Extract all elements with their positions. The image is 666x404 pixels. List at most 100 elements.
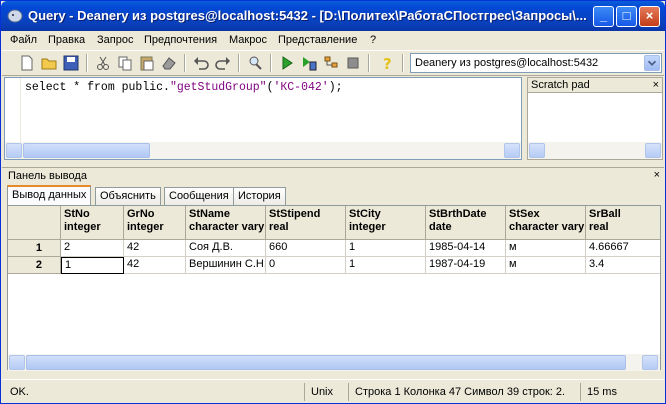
editor-horizontal-scrollbar[interactable] (5, 142, 521, 159)
eraser-icon[interactable] (160, 54, 178, 72)
chevron-down-icon[interactable] (644, 55, 660, 71)
scroll-left-icon[interactable] (6, 143, 22, 158)
menu-view[interactable]: Представление (278, 34, 357, 46)
execute-to-file-icon[interactable] (300, 54, 318, 72)
sql-text[interactable]: select * from public."getStudGroup"('КС-… (25, 81, 343, 94)
column-header[interactable]: StCity integer (346, 206, 426, 240)
scroll-left-icon[interactable] (9, 355, 25, 370)
toolbar-separator (184, 54, 186, 72)
explain-icon[interactable] (322, 54, 340, 72)
help-icon[interactable]: ? (378, 54, 396, 72)
scratch-horizontal-scrollbar[interactable] (528, 142, 662, 159)
output-panel-header: Панель вывода × (2, 167, 664, 183)
grid-corner[interactable] (8, 206, 61, 240)
minimize-button[interactable]: _ (593, 6, 614, 27)
new-file-icon[interactable] (18, 54, 36, 72)
output-panel-close-icon[interactable]: × (654, 169, 660, 181)
column-name: StCity (349, 208, 381, 220)
table-cell[interactable]: м (506, 257, 586, 274)
save-icon[interactable] (62, 54, 80, 72)
window-title: Query - Deanery из postgres@localhost:54… (28, 8, 587, 23)
status-position: Строка 1 Колонка 47 Символ 39 строк: 2. (348, 383, 578, 401)
tab-data-output[interactable]: Вывод данных (7, 185, 92, 205)
column-name: SrBall (589, 208, 621, 220)
scroll-left-icon[interactable] (529, 143, 545, 158)
tab-messages[interactable]: Сообщения (164, 187, 234, 205)
scroll-thumb[interactable] (23, 143, 150, 158)
table-cell[interactable]: Соя Д.В. (186, 240, 266, 257)
menu-preferences[interactable]: Предпочтения (144, 34, 217, 46)
table-cell[interactable]: 660 (266, 240, 346, 257)
scroll-thumb[interactable] (26, 355, 626, 370)
column-name: StBrthDate (429, 208, 487, 220)
column-type: character varying (189, 221, 265, 233)
status-bar: OK. Unix Строка 1 Колонка 47 Символ 39 с… (2, 379, 664, 403)
table-cell[interactable]: м (506, 240, 586, 257)
title-bar[interactable]: Query - Deanery из postgres@localhost:54… (1, 1, 665, 31)
menu-edit[interactable]: Правка (48, 34, 85, 46)
scroll-right-icon[interactable] (504, 143, 520, 158)
table-cell[interactable]: 1 (346, 240, 426, 257)
elephant-app-icon (7, 9, 23, 23)
data-output-grid[interactable]: StNo integer GrNo integer StName character va… (7, 205, 661, 370)
column-header[interactable]: GrNo integer (124, 206, 186, 240)
column-header[interactable]: StNo integer (61, 206, 124, 240)
table-cell[interactable]: 0 (266, 257, 346, 274)
column-type: integer (127, 221, 164, 233)
table-cell[interactable]: 42 (124, 257, 186, 274)
scratch-pad[interactable]: Scratch pad × (527, 77, 663, 160)
connection-value: Deanery из postgres@localhost:5432 (415, 57, 599, 69)
table-cell[interactable]: 2 (61, 240, 124, 257)
column-type: character varying (509, 221, 585, 233)
table-cell[interactable]: 1 (346, 257, 426, 274)
table-cell[interactable]: Вершинин С.Н. (186, 257, 266, 274)
status-state: OK. (10, 386, 29, 398)
table-cell[interactable]: 1987-04-19 (426, 257, 506, 274)
paste-icon[interactable] (138, 54, 156, 72)
row-number[interactable]: 1 (8, 240, 61, 257)
tab-explain[interactable]: Объяснить (95, 187, 161, 205)
column-header[interactable]: StBrthDate date (426, 206, 506, 240)
column-header[interactable]: StNamecharacter varying (186, 206, 266, 240)
grid-horizontal-scrollbar[interactable] (8, 354, 660, 371)
close-button[interactable]: × (639, 6, 660, 27)
redo-icon[interactable] (214, 54, 232, 72)
scroll-right-icon[interactable] (645, 143, 661, 158)
sql-editor[interactable]: select * from public."getStudGroup"('КС-… (4, 77, 522, 160)
undo-icon[interactable] (192, 54, 210, 72)
open-folder-icon[interactable] (40, 54, 58, 72)
column-name: StSex (509, 208, 540, 220)
status-eol: Unix (304, 383, 344, 401)
menu-file[interactable]: Файл (10, 34, 37, 46)
scroll-right-icon[interactable] (642, 355, 658, 370)
menu-help[interactable]: ? (370, 34, 376, 46)
column-header[interactable]: StSexcharacter varying (506, 206, 586, 240)
editor-gutter (5, 78, 21, 145)
connection-select[interactable]: Deanery из postgres@localhost:5432 (410, 53, 662, 73)
output-panel-title: Панель вывода (8, 170, 87, 182)
menu-query[interactable]: Запрос (97, 34, 133, 46)
status-rows: строк: 2. (522, 386, 566, 398)
table-cell[interactable]: 1 (61, 257, 124, 274)
maximize-button[interactable]: □ (616, 6, 637, 27)
table-cell[interactable]: 4.66667 (586, 240, 660, 257)
execute-icon[interactable] (278, 54, 296, 72)
cut-icon[interactable] (94, 54, 112, 72)
column-header[interactable]: StStipend real (266, 206, 346, 240)
copy-icon[interactable] (116, 54, 134, 72)
sql-function-name: "getStudGroup" (169, 81, 267, 94)
column-type: integer (349, 221, 386, 233)
table-cell[interactable]: 3.4 (586, 257, 660, 274)
column-name: StName (189, 208, 230, 220)
toolbar: ? Deanery из postgres@localhost:5432 (2, 50, 664, 76)
scratch-pad-close-icon[interactable]: × (653, 79, 659, 91)
table-cell[interactable]: 42 (124, 240, 186, 257)
stop-icon[interactable] (344, 54, 362, 72)
table-cell[interactable]: 1985-04-14 (426, 240, 506, 257)
column-header[interactable]: SrBall real (586, 206, 660, 240)
menu-macros[interactable]: Макрос (229, 34, 267, 46)
find-icon[interactable] (246, 54, 264, 72)
status-time: 15 ms (580, 383, 664, 401)
row-number[interactable]: 2 (8, 257, 61, 274)
tab-history[interactable]: История (233, 187, 286, 205)
